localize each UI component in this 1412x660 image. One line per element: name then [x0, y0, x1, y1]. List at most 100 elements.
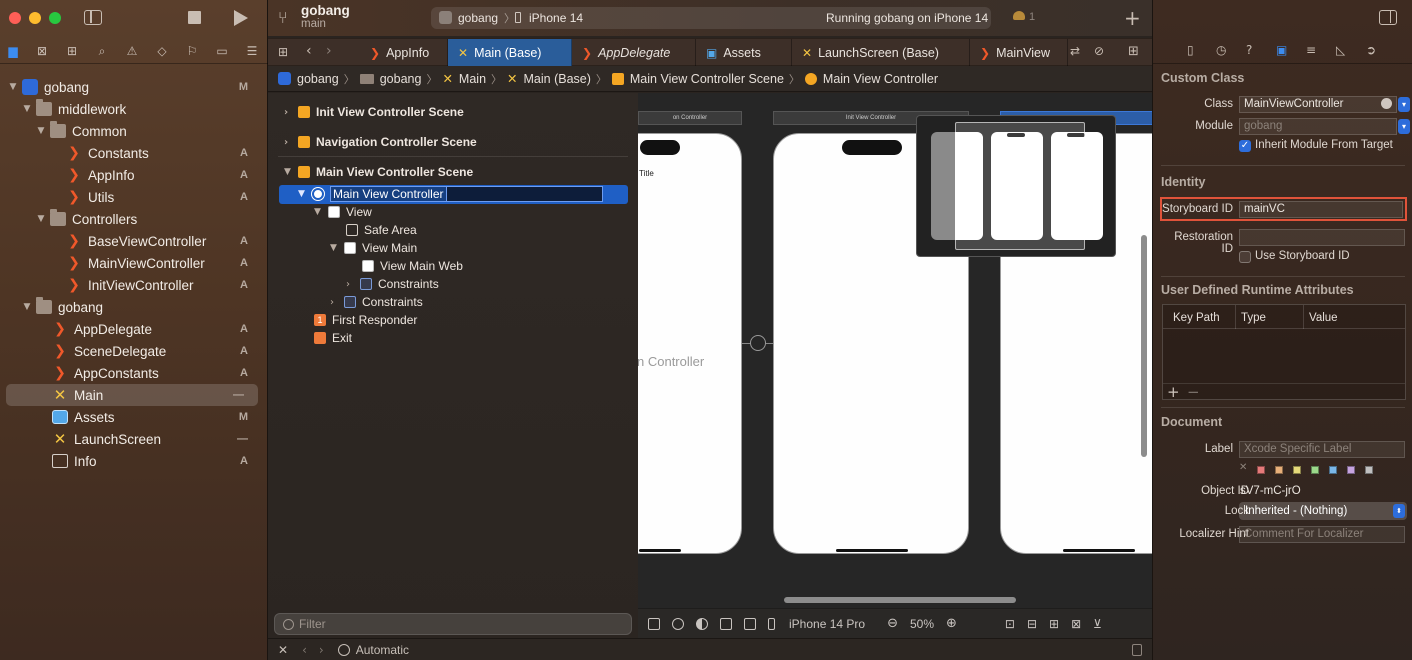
lock-popup[interactable]: Inherited - (Nothing) ⬍: [1239, 502, 1407, 520]
outline-scene-row[interactable]: › Navigation Controller Scene: [284, 133, 477, 151]
tree-item-file[interactable]: ❯ Constants A: [0, 142, 268, 164]
close-window-button[interactable]: [9, 12, 21, 24]
color-swatch[interactable]: [1293, 466, 1301, 474]
breadcrumb-item[interactable]: Main (Base): [524, 72, 591, 86]
debug-icon[interactable]: ⚐: [183, 42, 201, 60]
breadcrumb-item[interactable]: Main: [459, 72, 486, 86]
appearance-icon[interactable]: [696, 617, 708, 630]
back-icon[interactable]: ‹: [302, 643, 307, 657]
tab-mainview[interactable]: ❯ MainView: [970, 39, 1068, 66]
breakpoint-icon[interactable]: ▭: [213, 42, 231, 60]
outline-scene-row[interactable]: › Init View Controller Scene: [284, 103, 464, 121]
lock-icon[interactable]: [1132, 643, 1142, 656]
color-swatch[interactable]: [1275, 466, 1283, 474]
color-swatch[interactable]: [1311, 466, 1319, 474]
orientation-icon[interactable]: [720, 617, 732, 630]
tree-item-file[interactable]: ❯ BaseViewController A: [0, 230, 268, 252]
chevron-down-icon[interactable]: ▾: [1398, 119, 1410, 134]
outline-view-row[interactable]: ▼ View: [314, 203, 372, 221]
issue-icon[interactable]: ⚠: [123, 42, 141, 60]
use-storyboard-id-checkbox[interactable]: [1239, 251, 1251, 263]
chevron-down-icon[interactable]: ▼: [330, 243, 344, 253]
breadcrumb-item[interactable]: gobang: [380, 72, 422, 86]
find-icon[interactable]: ⌕: [93, 42, 111, 60]
tab-main-base[interactable]: ✕ Main (Base): [448, 39, 572, 66]
tree-item-file[interactable]: ❯ MainViewController A: [0, 252, 268, 274]
outline-view-row[interactable]: View Main Web: [362, 257, 463, 275]
navigation-controller-scene[interactable]: Title n Controller: [638, 133, 742, 554]
outline-filter-field[interactable]: Filter: [274, 613, 632, 635]
tree-item-file[interactable]: ❯ SceneDelegate A: [0, 340, 268, 362]
tree-item-group[interactable]: ▼ Controllers: [0, 208, 268, 230]
breadcrumb-item[interactable]: Main View Controller: [823, 72, 938, 86]
chevron-right-icon[interactable]: ›: [330, 297, 344, 308]
tree-item-file[interactable]: ❯ InitViewController A: [0, 274, 268, 296]
minimap-viewport[interactable]: [955, 122, 1085, 250]
outline-vc-row[interactable]: ▼ Main View Controller: [298, 185, 603, 203]
column-header[interactable]: Type: [1241, 312, 1266, 324]
split-editor-icon[interactable]: ⊞: [1128, 44, 1139, 59]
storyboard-canvas[interactable]: on Controller Title n Controller Init Vi…: [638, 93, 1152, 608]
color-swatch[interactable]: [1257, 466, 1265, 474]
tab-appinfo[interactable]: ❯ AppInfo: [360, 39, 448, 66]
swap-icon[interactable]: ⇄: [1070, 44, 1080, 58]
source-control-icon[interactable]: ⊠: [33, 42, 51, 60]
tree-item-file[interactable]: ✕ LaunchScreen —: [0, 428, 268, 450]
breadcrumb-item[interactable]: Main View Controller Scene: [630, 72, 784, 86]
color-swatch[interactable]: [1365, 466, 1373, 474]
minimize-window-button[interactable]: [29, 12, 41, 24]
tree-item-file-selected[interactable]: ✕ Main —: [6, 384, 258, 406]
tree-item-file[interactable]: ❯ Utils A: [0, 186, 268, 208]
chevron-right-icon[interactable]: ›: [346, 279, 360, 290]
outline-view-row[interactable]: ▼ View Main: [330, 239, 417, 257]
zoom-out-icon[interactable]: ⊖: [887, 616, 898, 631]
history-inspector-icon[interactable]: ◷: [1216, 43, 1226, 57]
breadcrumb-item[interactable]: gobang: [297, 72, 339, 86]
chevron-down-icon[interactable]: ▼: [22, 302, 32, 312]
outline-first-responder-row[interactable]: 1 First Responder: [314, 311, 417, 329]
chevron-down-icon[interactable]: ▼: [22, 104, 32, 114]
outline-label-editing[interactable]: Main View Controller: [330, 186, 447, 202]
tree-item-project[interactable]: ▼ gobang M: [0, 76, 268, 98]
zoom-in-icon[interactable]: ⊕: [946, 616, 957, 631]
test-icon[interactable]: ◇: [153, 42, 171, 60]
remove-attribute-icon[interactable]: −: [1187, 383, 1200, 401]
report-icon[interactable]: ☰: [243, 42, 261, 60]
sidebar-toggle-icon[interactable]: [84, 10, 102, 25]
identity-inspector-icon[interactable]: ▣: [1276, 43, 1287, 57]
tree-item-file[interactable]: ❯ AppInfo A: [0, 164, 268, 186]
scheme-selector[interactable]: gobang: [458, 11, 498, 25]
stop-icon[interactable]: [188, 11, 201, 24]
document-label-field[interactable]: Xcode Specific Label: [1239, 441, 1405, 458]
no-color-icon[interactable]: ✕: [1239, 462, 1247, 473]
warning-count[interactable]: 1: [1029, 11, 1035, 23]
tree-item-file[interactable]: Info A: [0, 450, 268, 472]
outline-scene-row[interactable]: ▼ Main View Controller Scene: [284, 163, 473, 181]
zoom-window-button[interactable]: [49, 12, 61, 24]
forward-icon[interactable]: ›: [319, 643, 324, 657]
outline-constraints-row[interactable]: › Constraints: [346, 275, 439, 293]
adjust-editor-icon[interactable]: ⊘: [1094, 44, 1104, 58]
horizontal-scrollbar[interactable]: [784, 597, 1016, 603]
branch-name[interactable]: main: [301, 18, 326, 30]
inherit-module-checkbox[interactable]: ✓: [1239, 140, 1251, 152]
embed-in-icon[interactable]: ⊻: [1093, 617, 1102, 631]
tab-appdelegate[interactable]: ❯ AppDelegate: [572, 39, 696, 66]
close-icon[interactable]: ✕: [278, 643, 288, 657]
restoration-id-field[interactable]: [1239, 229, 1405, 246]
file-inspector-icon[interactable]: ▯: [1187, 43, 1194, 57]
tree-item-group[interactable]: ▼ Common: [0, 120, 268, 142]
outline-toggle-icon[interactable]: [648, 617, 660, 630]
outline-exit-row[interactable]: Exit: [314, 329, 352, 347]
folder-navigator-icon[interactable]: ▆: [4, 42, 22, 60]
inspector-toggle-icon[interactable]: [1379, 10, 1397, 25]
size-inspector-icon[interactable]: ◺: [1336, 43, 1345, 57]
attributes-inspector-icon[interactable]: ≡: [1306, 43, 1316, 57]
size-class-icon[interactable]: [744, 617, 756, 630]
column-header[interactable]: Value: [1309, 312, 1338, 324]
chevron-right-icon[interactable]: ›: [284, 107, 298, 118]
storyboard-id-field[interactable]: mainVC: [1239, 201, 1403, 218]
tab-launchscreen[interactable]: ✕ LaunchScreen (Base): [792, 39, 970, 66]
add-library-icon[interactable]: +: [1124, 6, 1141, 30]
run-icon[interactable]: [234, 10, 248, 26]
